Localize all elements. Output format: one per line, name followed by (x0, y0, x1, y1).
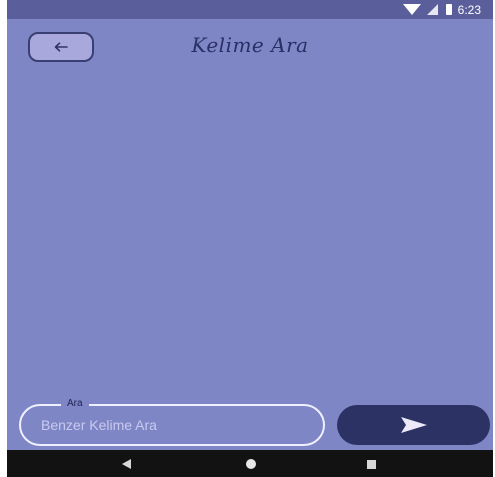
search-label: Ara (61, 397, 89, 411)
search-screen: Kelime Ara Ara (7, 19, 493, 450)
battery-icon (445, 4, 452, 15)
page-title: Kelime Ara (191, 33, 309, 57)
phone-screen: 6:23 Kelime Ara Ara (0, 0, 495, 477)
nav-home-icon[interactable] (246, 459, 256, 469)
status-time: 6:23 (457, 2, 481, 17)
send-button[interactable] (337, 405, 490, 445)
signal-icon (426, 4, 438, 15)
search-input[interactable] (41, 414, 301, 436)
nav-recent-icon[interactable] (367, 460, 376, 469)
search-field[interactable]: Ara (19, 397, 325, 446)
navigation-bar (7, 450, 493, 477)
nav-back-icon[interactable] (122, 459, 131, 469)
send-icon (400, 417, 427, 433)
status-bar: 6:23 (7, 0, 493, 19)
wifi-icon (402, 4, 421, 15)
